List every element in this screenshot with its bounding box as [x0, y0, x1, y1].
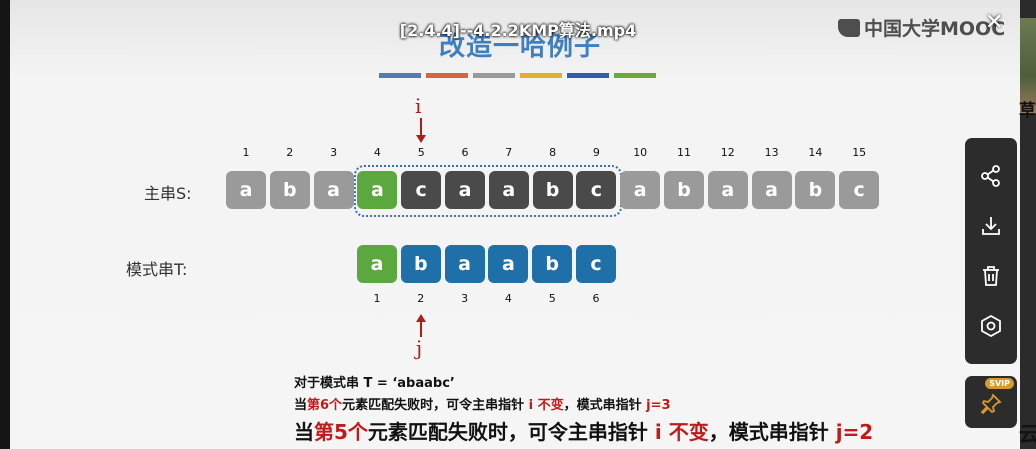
title-color-bar	[379, 73, 421, 78]
main-index-label: 1	[242, 146, 250, 159]
caption2-part: 当	[294, 398, 308, 413]
main-index-label: 2	[286, 146, 294, 159]
pin-icon	[980, 393, 1002, 415]
pattern-string-label: 模式串T:	[126, 260, 188, 279]
main-char-cell: a	[620, 171, 661, 209]
caption-pattern: 对于模式串 T = ‘abaabc’	[294, 376, 455, 391]
video-frame[interactable]	[10, 0, 1020, 449]
caption3-highlight: i 不变	[654, 420, 709, 444]
title-color-bar	[614, 73, 656, 78]
main-char-cell: b	[795, 171, 836, 209]
main-index-label: 11	[677, 146, 691, 159]
side-strip-text-bottom: 云	[1019, 422, 1036, 446]
title-color-bar	[426, 73, 468, 78]
caption3-part: ，模式串指针	[708, 420, 836, 444]
main-index-label: 8	[549, 146, 557, 159]
main-index-label: 5	[417, 146, 425, 159]
main-char-cell: b	[664, 171, 704, 209]
pointer-i-arrowhead	[416, 135, 426, 143]
main-char-cell: a	[707, 171, 748, 209]
caption2-part: 元素匹配失败时，可令主串指针	[342, 398, 529, 413]
svip-pin-button[interactable]: SVIP	[965, 376, 1017, 428]
download-icon[interactable]	[965, 206, 1017, 246]
caption2-highlight: 第6个	[307, 398, 343, 413]
main-index-label: 13	[764, 146, 779, 159]
pattern-char-cell: a	[444, 245, 485, 283]
main-string-label: 主串S:	[144, 184, 192, 203]
pattern-char-cell: c	[576, 245, 616, 283]
main-index-label: 14	[808, 146, 823, 159]
caption3-highlight: j=2	[835, 420, 874, 444]
main-index-label: 6	[461, 146, 469, 159]
view-icon[interactable]	[965, 306, 1017, 346]
pattern-index-label: 3	[461, 292, 469, 305]
pattern-char-cell: b	[400, 245, 441, 283]
caption2-part: ，模式串指针	[563, 398, 647, 413]
pattern-index-label: 5	[548, 292, 556, 305]
caption2-highlight: i 不变	[528, 398, 564, 413]
pointer-i-label: i	[415, 94, 422, 118]
pattern-char-cell: a	[488, 245, 529, 283]
pattern-index-label: 2	[417, 292, 425, 305]
main-index-label: 15	[852, 146, 867, 159]
mooc-logo-text: 中国大学MOOC	[864, 18, 1006, 40]
main-index-label: 10	[633, 146, 648, 159]
pointer-j-label: j	[416, 336, 423, 360]
main-char-cell: c	[576, 171, 617, 209]
main-index-label: 3	[330, 146, 338, 159]
title-color-bar	[567, 73, 609, 78]
main-char-cell: a	[445, 171, 485, 209]
title-color-bar	[520, 73, 562, 78]
main-index-label: 4	[373, 146, 381, 159]
title-color-bar	[473, 73, 515, 78]
share-icon[interactable]	[965, 156, 1017, 196]
pointer-i-shaft	[420, 118, 422, 136]
main-index-label: 9	[592, 146, 600, 159]
main-char-cell: a	[226, 171, 266, 209]
main-char-cell: a	[313, 171, 354, 209]
caption3-highlight: 第5个	[314, 420, 368, 444]
caption2-highlight: j=3	[646, 398, 671, 413]
side-strip-text: 草	[1019, 101, 1036, 121]
svip-badge: SVIP	[985, 378, 1014, 389]
main-char-cell: b	[269, 171, 310, 209]
main-char-cell: c	[401, 171, 442, 209]
mooc-logo-icon	[838, 18, 860, 37]
main-char-cell: a	[357, 171, 398, 209]
side-toolbar	[965, 138, 1017, 364]
pattern-char-cell: a	[357, 245, 397, 283]
pattern-index-label: 6	[592, 292, 600, 305]
caption-case-5: 当第5个元素匹配失败时，可令主串指针 i 不变，模式串指针 j=2	[294, 416, 873, 445]
main-index-label: 7	[505, 146, 513, 159]
main-char-cell: a	[488, 171, 529, 209]
mooc-logo: 中国大学MOOC	[838, 14, 1005, 41]
pointer-j-shaft	[420, 321, 422, 337]
pattern-char-cell: b	[532, 245, 573, 283]
pattern-index-label: 4	[504, 292, 512, 305]
main-char-cell: a	[751, 171, 792, 209]
pattern-index-label: 1	[373, 292, 381, 305]
main-char-cell: c	[839, 171, 880, 209]
caption3-part: 元素匹配失败时，可令主串指针	[367, 420, 655, 444]
caption3-part: 当	[294, 420, 314, 444]
close-icon[interactable]: ✕	[985, 10, 1003, 35]
main-index-label: 12	[720, 146, 735, 159]
main-char-cell: b	[532, 171, 573, 209]
delete-icon[interactable]	[965, 256, 1017, 296]
caption-case-6: 当第6个元素匹配失败时，可令主串指针 i 不变，模式串指针 j=3	[294, 394, 671, 413]
